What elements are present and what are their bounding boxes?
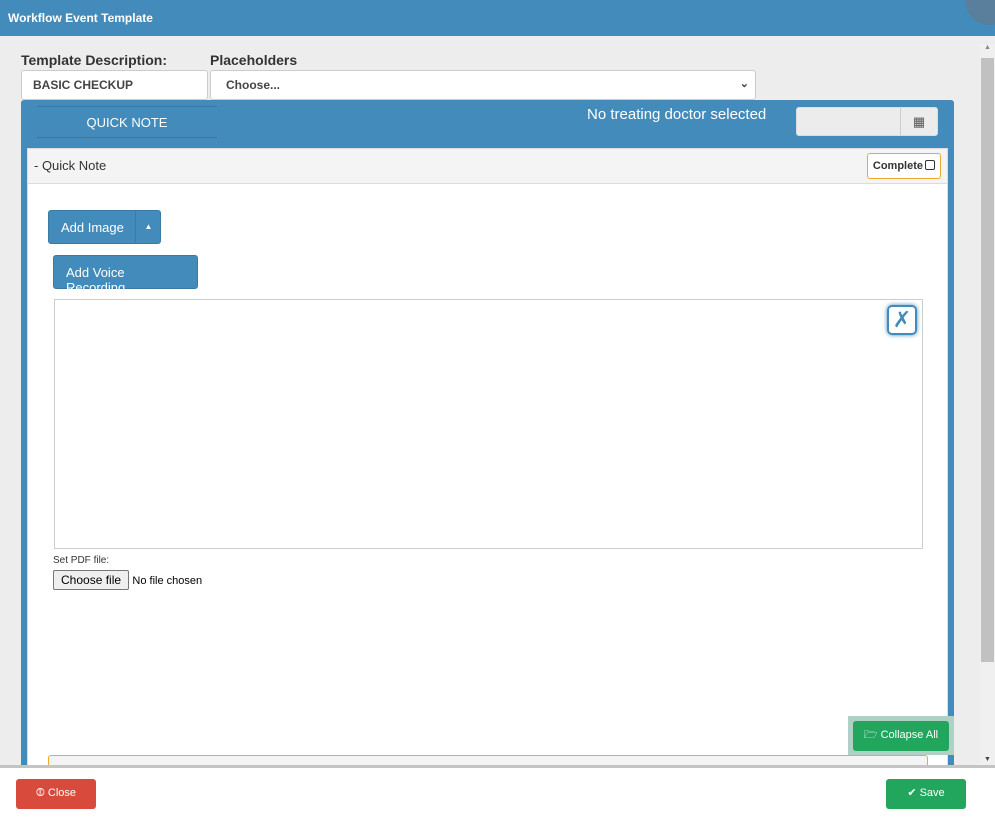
doctor-status: No treating doctor selected [587,106,767,123]
tab-quick-note[interactable]: QUICK NOTE [37,106,217,138]
complete-label: Complete [872,160,923,172]
quick-note-section: - Quick Note Complete Add Image ▲ Add Vo… [27,148,948,765]
placeholders-selected: Choose... [226,78,281,92]
calendar-icon[interactable]: ▦ [900,108,937,135]
collapse-all-button[interactable]: 🗁 Collapse All [853,721,949,751]
check-circle-icon: ✔ [907,787,917,799]
folder-open-icon: 🗁 [863,729,878,741]
collapse-all-wrap: 🗁 Collapse All [848,716,954,755]
window-titlebar: Workflow Event Template [0,0,995,36]
pdf-label: Set PDF file: [53,555,110,566]
note-editor[interactable]: ✗ [54,299,923,549]
section-title: - Quick Note [34,158,107,173]
close-circle-icon: ⦷ [36,787,45,799]
add-image-button[interactable]: Add Image ▲ [48,210,161,244]
section-header[interactable]: - Quick Note Complete [28,149,947,184]
choose-file-button[interactable]: Choose file [53,570,130,590]
complete-checkbox[interactable] [925,160,935,170]
avatar[interactable] [965,0,995,25]
window-title: Workflow Event Template [8,11,153,25]
add-image-label: Add Image [61,220,124,235]
collapse-all-label: Collapse All [880,729,939,741]
save-button[interactable]: ✔ Save [886,779,966,809]
chevron-down-icon: ⌄ [739,78,749,90]
caret-up-icon[interactable]: ▲ [135,211,161,243]
template-description-label: Template Description: [21,52,167,68]
quick-note-panel: QUICK NOTE No treating doctor selected ▦… [21,100,954,765]
no-file-text: No file chosen [132,575,203,587]
scrollbar[interactable]: ▲ ▼ [980,44,995,765]
scroll-down-icon[interactable]: ▼ [980,756,995,763]
scroll-up-icon[interactable]: ▲ [980,44,995,51]
close-label: Close [47,787,76,799]
signature-icon[interactable]: ✗ [887,305,917,335]
placeholders-select[interactable]: Choose... ⌄ [210,70,756,100]
dialog-body: Template Description: Placeholders BASIC… [0,36,995,765]
file-input[interactable]: Choose file No file chosen [53,570,202,590]
add-voice-recording-button[interactable]: Add Voice Recording [53,255,198,295]
complete-toggle[interactable]: Complete [866,153,941,179]
next-section [48,755,928,765]
scrollbar-thumb[interactable] [981,58,994,662]
date-input[interactable]: ▦ [796,107,938,136]
template-description-input[interactable]: BASIC CHECKUP [21,70,208,100]
placeholders-label: Placeholders [210,52,298,68]
close-button[interactable]: ⦷ Close [16,779,96,809]
save-label: Save [919,787,945,799]
dialog-footer: ⦷ Close ✔ Save [0,765,995,817]
